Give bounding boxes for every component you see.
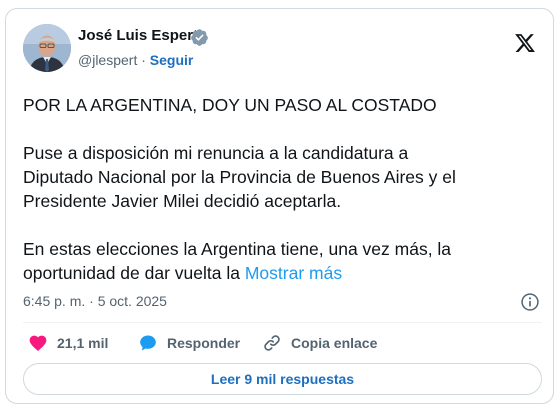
avatar-photo-icon [23,24,71,72]
verified-badge-icon [191,29,208,46]
reply-button[interactable]: Responder [138,332,240,354]
tweet-headline: POR LA ARGENTINA, DOY UN PASO AL COSTADO [23,95,437,115]
tweet-paragraph: En estas elecciones la Argentina tiene, … [23,239,452,283]
heart-icon [29,335,47,351]
copy-link-label: Copia enlace [291,335,378,351]
tweet-paragraph: Puse a disposición mi renuncia a la cand… [23,143,456,211]
like-count: 21,1 mil [57,335,109,351]
info-icon[interactable] [520,292,540,312]
tweet-text: POR LA ARGENTINA, DOY UN PASO AL COSTADO… [23,93,543,285]
tweet-timestamp[interactable]: 6:45 p. m. · 5 oct. 2025 [23,293,167,309]
like-button[interactable]: 21,1 mil [28,332,108,354]
divider [23,322,542,323]
copy-link-button[interactable]: Copia enlace [262,332,377,354]
show-more-link[interactable]: Mostrar más [245,263,342,283]
follow-button[interactable]: Seguir [150,52,194,68]
reply-label: Responder [167,335,241,351]
speech-bubble-icon [140,335,156,351]
tweet-card: José Luis Espert @jlespert · Seguir POR … [5,8,554,404]
x-logo-icon[interactable] [513,32,537,54]
read-replies-button[interactable]: Leer 9 mil respuestas [23,363,542,395]
author-name[interactable]: José Luis Espert [78,27,198,44]
handle-row: @jlespert · Seguir [78,52,193,68]
link-icon [264,335,280,351]
handle-separator: · [141,52,146,68]
author-avatar[interactable] [23,24,71,72]
author-handle[interactable]: @jlespert [78,52,137,68]
